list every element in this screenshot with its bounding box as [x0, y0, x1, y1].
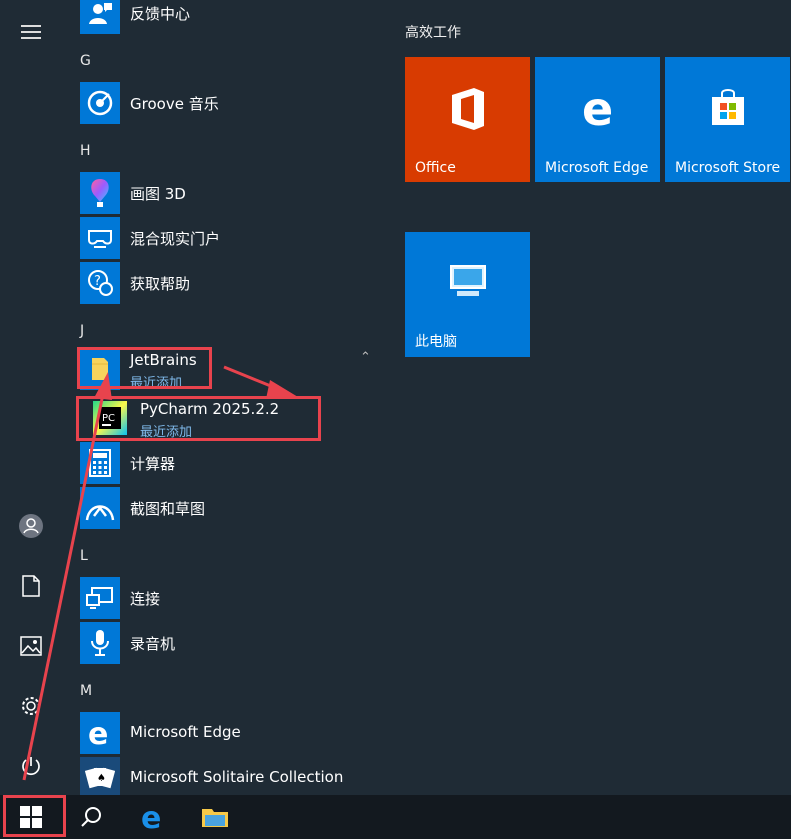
app-label: 连接 [130, 590, 161, 608]
svg-text:♠: ♠ [97, 773, 106, 784]
office-icon [405, 87, 530, 131]
hamburger-menu-icon[interactable] [0, 12, 62, 52]
annotation-box-jetbrains [77, 347, 212, 389]
paint3d-icon [80, 172, 120, 214]
cards-icon: ♠ [80, 757, 120, 799]
feedback-icon [80, 0, 120, 34]
search-icon[interactable] [63, 795, 119, 839]
calculator-icon [80, 442, 120, 484]
tile-this-pc[interactable]: 此电脑 [405, 232, 530, 357]
snip-icon [80, 487, 120, 529]
list-item-voice-recorder[interactable]: 录音机 [80, 622, 380, 664]
list-item-mixed-reality-portal[interactable]: 混合现实门户 [80, 217, 380, 259]
microphone-icon [80, 622, 120, 664]
list-item-microsoft-edge[interactable]: e Microsoft Edge [80, 712, 380, 754]
settings-icon[interactable] [0, 686, 62, 726]
vr-headset-icon [80, 217, 120, 259]
music-icon [80, 82, 120, 124]
collapse-chevron-icon[interactable]: ⌃ [360, 350, 371, 365]
letter-header-j[interactable]: J [80, 323, 84, 339]
app-label: 获取帮助 [130, 275, 191, 293]
svg-text:e: e [141, 803, 161, 831]
letter-header-g[interactable]: G [80, 53, 91, 69]
edge-icon: e [535, 87, 660, 131]
list-item-solitaire[interactable]: ♠ Microsoft Solitaire Collection [80, 757, 380, 799]
power-icon[interactable] [0, 746, 62, 786]
tile-office[interactable]: Office [405, 57, 530, 182]
list-item-groove-music[interactable]: Groove 音乐 [80, 82, 380, 124]
list-item-snip-sketch[interactable]: 截图和草图 [80, 487, 380, 529]
app-label: 反馈中心 [130, 5, 191, 23]
letter-header-l[interactable]: L [80, 548, 88, 564]
app-label: Microsoft Solitaire Collection [130, 768, 344, 786]
list-item-feedback-hub[interactable]: 反馈中心 [80, 0, 380, 34]
start-left-rail [0, 0, 62, 795]
tile-label: Office [415, 160, 456, 176]
app-label: Groove 音乐 [130, 95, 219, 113]
tile-group-title[interactable]: 高效工作 [405, 22, 461, 42]
svg-text:e: e [88, 719, 108, 747]
tile-label: Microsoft Store [675, 160, 781, 176]
tile-label: Microsoft Edge [545, 160, 649, 176]
list-item-get-help[interactable]: ? 获取帮助 [80, 262, 380, 304]
file-explorer-icon[interactable] [187, 795, 243, 839]
tile-microsoft-store[interactable]: Microsoft Store [665, 57, 790, 182]
user-avatar-icon[interactable] [0, 506, 62, 546]
list-item-calculator[interactable]: 计算器 [80, 442, 380, 484]
app-label: 录音机 [130, 635, 176, 653]
app-label: Microsoft Edge [130, 723, 241, 741]
computer-icon [405, 262, 530, 300]
annotation-box-pycharm [76, 396, 321, 441]
connect-icon [80, 577, 120, 619]
svg-text:e: e [582, 87, 613, 131]
store-icon [665, 87, 790, 127]
app-label: 计算器 [130, 455, 176, 473]
list-item-connect[interactable]: 连接 [80, 577, 380, 619]
edge-icon: e [80, 712, 120, 754]
app-label: 画图 3D [130, 185, 186, 203]
tile-label: 此电脑 [415, 334, 457, 350]
letter-header-h[interactable]: H [80, 143, 91, 159]
edge-icon[interactable]: e [125, 795, 181, 839]
taskbar: e [0, 795, 791, 839]
app-label: 截图和草图 [130, 500, 206, 518]
list-item-paint-3d[interactable]: 画图 3D [80, 172, 380, 214]
help-icon: ? [80, 262, 120, 304]
annotation-box-start [3, 795, 66, 837]
tile-microsoft-edge[interactable]: e Microsoft Edge [535, 57, 660, 182]
letter-header-m[interactable]: M [80, 683, 92, 699]
documents-icon[interactable] [0, 566, 62, 606]
app-label: 混合现实门户 [130, 230, 221, 248]
pictures-icon[interactable] [0, 626, 62, 666]
